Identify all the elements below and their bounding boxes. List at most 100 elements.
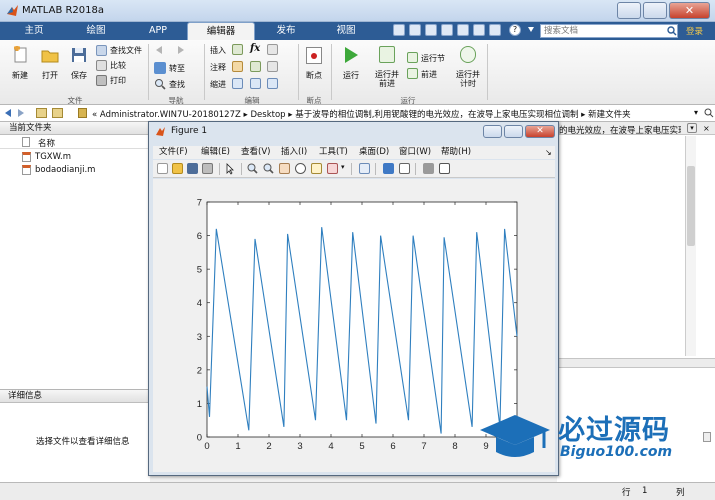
redo-quick-icon[interactable]: [473, 24, 485, 36]
hide-plot-tools-icon[interactable]: [423, 163, 434, 174]
save-quick-icon[interactable]: [393, 24, 405, 36]
run-section-button[interactable]: 运行节: [407, 52, 449, 64]
fx-button[interactable]: fx: [250, 43, 260, 54]
search-folder-icon[interactable]: [704, 108, 714, 118]
insert-colorbar-icon[interactable]: [383, 163, 394, 174]
save-button[interactable]: 保存: [65, 44, 93, 92]
new-button[interactable]: 新建: [6, 44, 34, 92]
insert-more-icon[interactable]: [267, 44, 278, 55]
decrease-indent-icon[interactable]: [267, 78, 278, 89]
tab-publish[interactable]: 发布: [262, 22, 310, 40]
run-and-advance-button[interactable]: 运行并 前进: [372, 44, 402, 92]
brush-icon[interactable]: [327, 163, 338, 174]
tab-view[interactable]: 视图: [322, 22, 370, 40]
tab-apps[interactable]: APP: [134, 22, 182, 40]
column-header[interactable]: 名称: [0, 135, 149, 149]
compare-button[interactable]: 比较: [96, 60, 148, 71]
find-magnifier-icon: [155, 79, 166, 90]
menu-desktop[interactable]: 桌面(D): [359, 146, 389, 159]
cut-quick-icon[interactable]: [409, 24, 421, 36]
chevron-down-icon[interactable]: [528, 27, 534, 32]
figure-minimize-button[interactable]: [483, 125, 502, 138]
scrollbar[interactable]: [685, 136, 696, 356]
breadcrumb-segment[interactable]: Desktop: [251, 110, 286, 120]
find-files-button[interactable]: 查找文件: [96, 45, 148, 56]
current-folder-header: 当前文件夹: [0, 122, 149, 135]
pan-hand-icon[interactable]: [279, 163, 290, 174]
paste-quick-icon[interactable]: [441, 24, 453, 36]
insert-icon[interactable]: [232, 44, 243, 55]
search-icon[interactable]: [667, 26, 677, 36]
search-docs-input[interactable]: 搜索文档: [540, 24, 678, 38]
maximize-button[interactable]: [643, 2, 667, 19]
address-dropdown-icon[interactable]: ▾: [694, 108, 698, 117]
undo-quick-icon[interactable]: [457, 24, 469, 36]
print-figure-icon[interactable]: [202, 163, 213, 174]
comment-button[interactable]: 注释: [210, 62, 226, 73]
tab-plots[interactable]: 绘图: [72, 22, 120, 40]
brush-dropdown-icon[interactable]: ▾: [341, 163, 345, 171]
breadcrumb-segment[interactable]: 新建文件夹: [588, 110, 631, 120]
copy-quick-icon[interactable]: [425, 24, 437, 36]
goto-button[interactable]: 转至: [154, 62, 200, 74]
breakpoint-button[interactable]: 断点: [302, 44, 326, 92]
login-link[interactable]: 登录: [686, 25, 703, 37]
back-forward-icons[interactable]: [154, 45, 188, 56]
new-figure-icon[interactable]: [157, 163, 168, 174]
close-icon[interactable]: ×: [703, 124, 710, 133]
smart-indent-icon[interactable]: [232, 78, 243, 89]
zoom-out-icon[interactable]: [263, 163, 274, 174]
figure-maximize-button[interactable]: [504, 125, 523, 138]
figure-close-button[interactable]: ✕: [525, 125, 555, 138]
menu-window[interactable]: 窗口(W): [399, 146, 431, 159]
help-icon[interactable]: ?: [509, 24, 521, 36]
back-forward-arrows-icon[interactable]: [4, 108, 32, 119]
menu-file[interactable]: 文件(F): [159, 146, 188, 159]
increase-indent-icon[interactable]: [250, 78, 261, 89]
menu-dock-icon[interactable]: ↘: [545, 146, 552, 159]
print-button[interactable]: 打印: [96, 75, 148, 86]
run-and-time-button[interactable]: 运行并 计时: [453, 44, 483, 92]
run-button[interactable]: 运行: [337, 44, 365, 92]
link-plot-icon[interactable]: [359, 163, 370, 174]
insert-legend-icon[interactable]: [399, 163, 410, 174]
y-tick-label: 0: [197, 433, 202, 444]
insert-button[interactable]: 插入: [210, 45, 226, 56]
show-plot-tools-icon[interactable]: [439, 163, 450, 174]
minimize-button[interactable]: [617, 2, 641, 19]
breadcrumb-prefix: «: [92, 110, 98, 120]
divider: [204, 44, 205, 100]
menu-tools[interactable]: 工具(T): [319, 146, 348, 159]
menu-edit[interactable]: 编辑(E): [201, 146, 230, 159]
wrap-icon[interactable]: [267, 61, 278, 72]
menu-view[interactable]: 查看(V): [241, 146, 270, 159]
save-figure-icon[interactable]: [187, 163, 198, 174]
open-file-icon[interactable]: [172, 163, 183, 174]
tab-home[interactable]: 主页: [10, 22, 58, 40]
switch-windows-icon[interactable]: [489, 24, 501, 36]
uncomment-icon[interactable]: [250, 61, 261, 72]
rotate-3d-icon[interactable]: [295, 163, 306, 174]
list-item[interactable]: TGXW.m: [0, 151, 149, 164]
data-cursor-icon[interactable]: [311, 163, 322, 174]
figure-title: Figure 1: [171, 126, 208, 136]
close-button[interactable]: ✕: [669, 2, 710, 19]
menu-insert[interactable]: 插入(I): [281, 146, 307, 159]
scroll-arrow-icon[interactable]: [703, 432, 711, 442]
comment-icon[interactable]: [232, 61, 243, 72]
browse-folder-icon[interactable]: [52, 108, 63, 118]
pointer-icon[interactable]: [225, 163, 236, 175]
open-button[interactable]: 打开: [36, 44, 64, 92]
editor-dropdown-icon[interactable]: ▾: [687, 123, 697, 133]
menu-help[interactable]: 帮助(H): [441, 146, 471, 159]
breadcrumb-segment[interactable]: 基于波导的相位调制,利用铌酸锂的电光效应，在波导上家电压实现相位调制: [295, 110, 578, 120]
advance-button[interactable]: 前进: [407, 68, 449, 80]
up-folder-icon[interactable]: [36, 108, 47, 118]
tab-editor[interactable]: 编辑器: [187, 22, 255, 40]
find-button[interactable]: 查找: [154, 78, 200, 90]
column-name[interactable]: 名称: [38, 137, 55, 149]
breadcrumb-segment[interactable]: Administrator.WIN7U-20180127Z: [100, 110, 241, 120]
list-item[interactable]: bodaodianji.m: [0, 164, 149, 177]
zoom-in-icon[interactable]: [247, 163, 258, 174]
indent-button[interactable]: 缩进: [210, 79, 226, 90]
